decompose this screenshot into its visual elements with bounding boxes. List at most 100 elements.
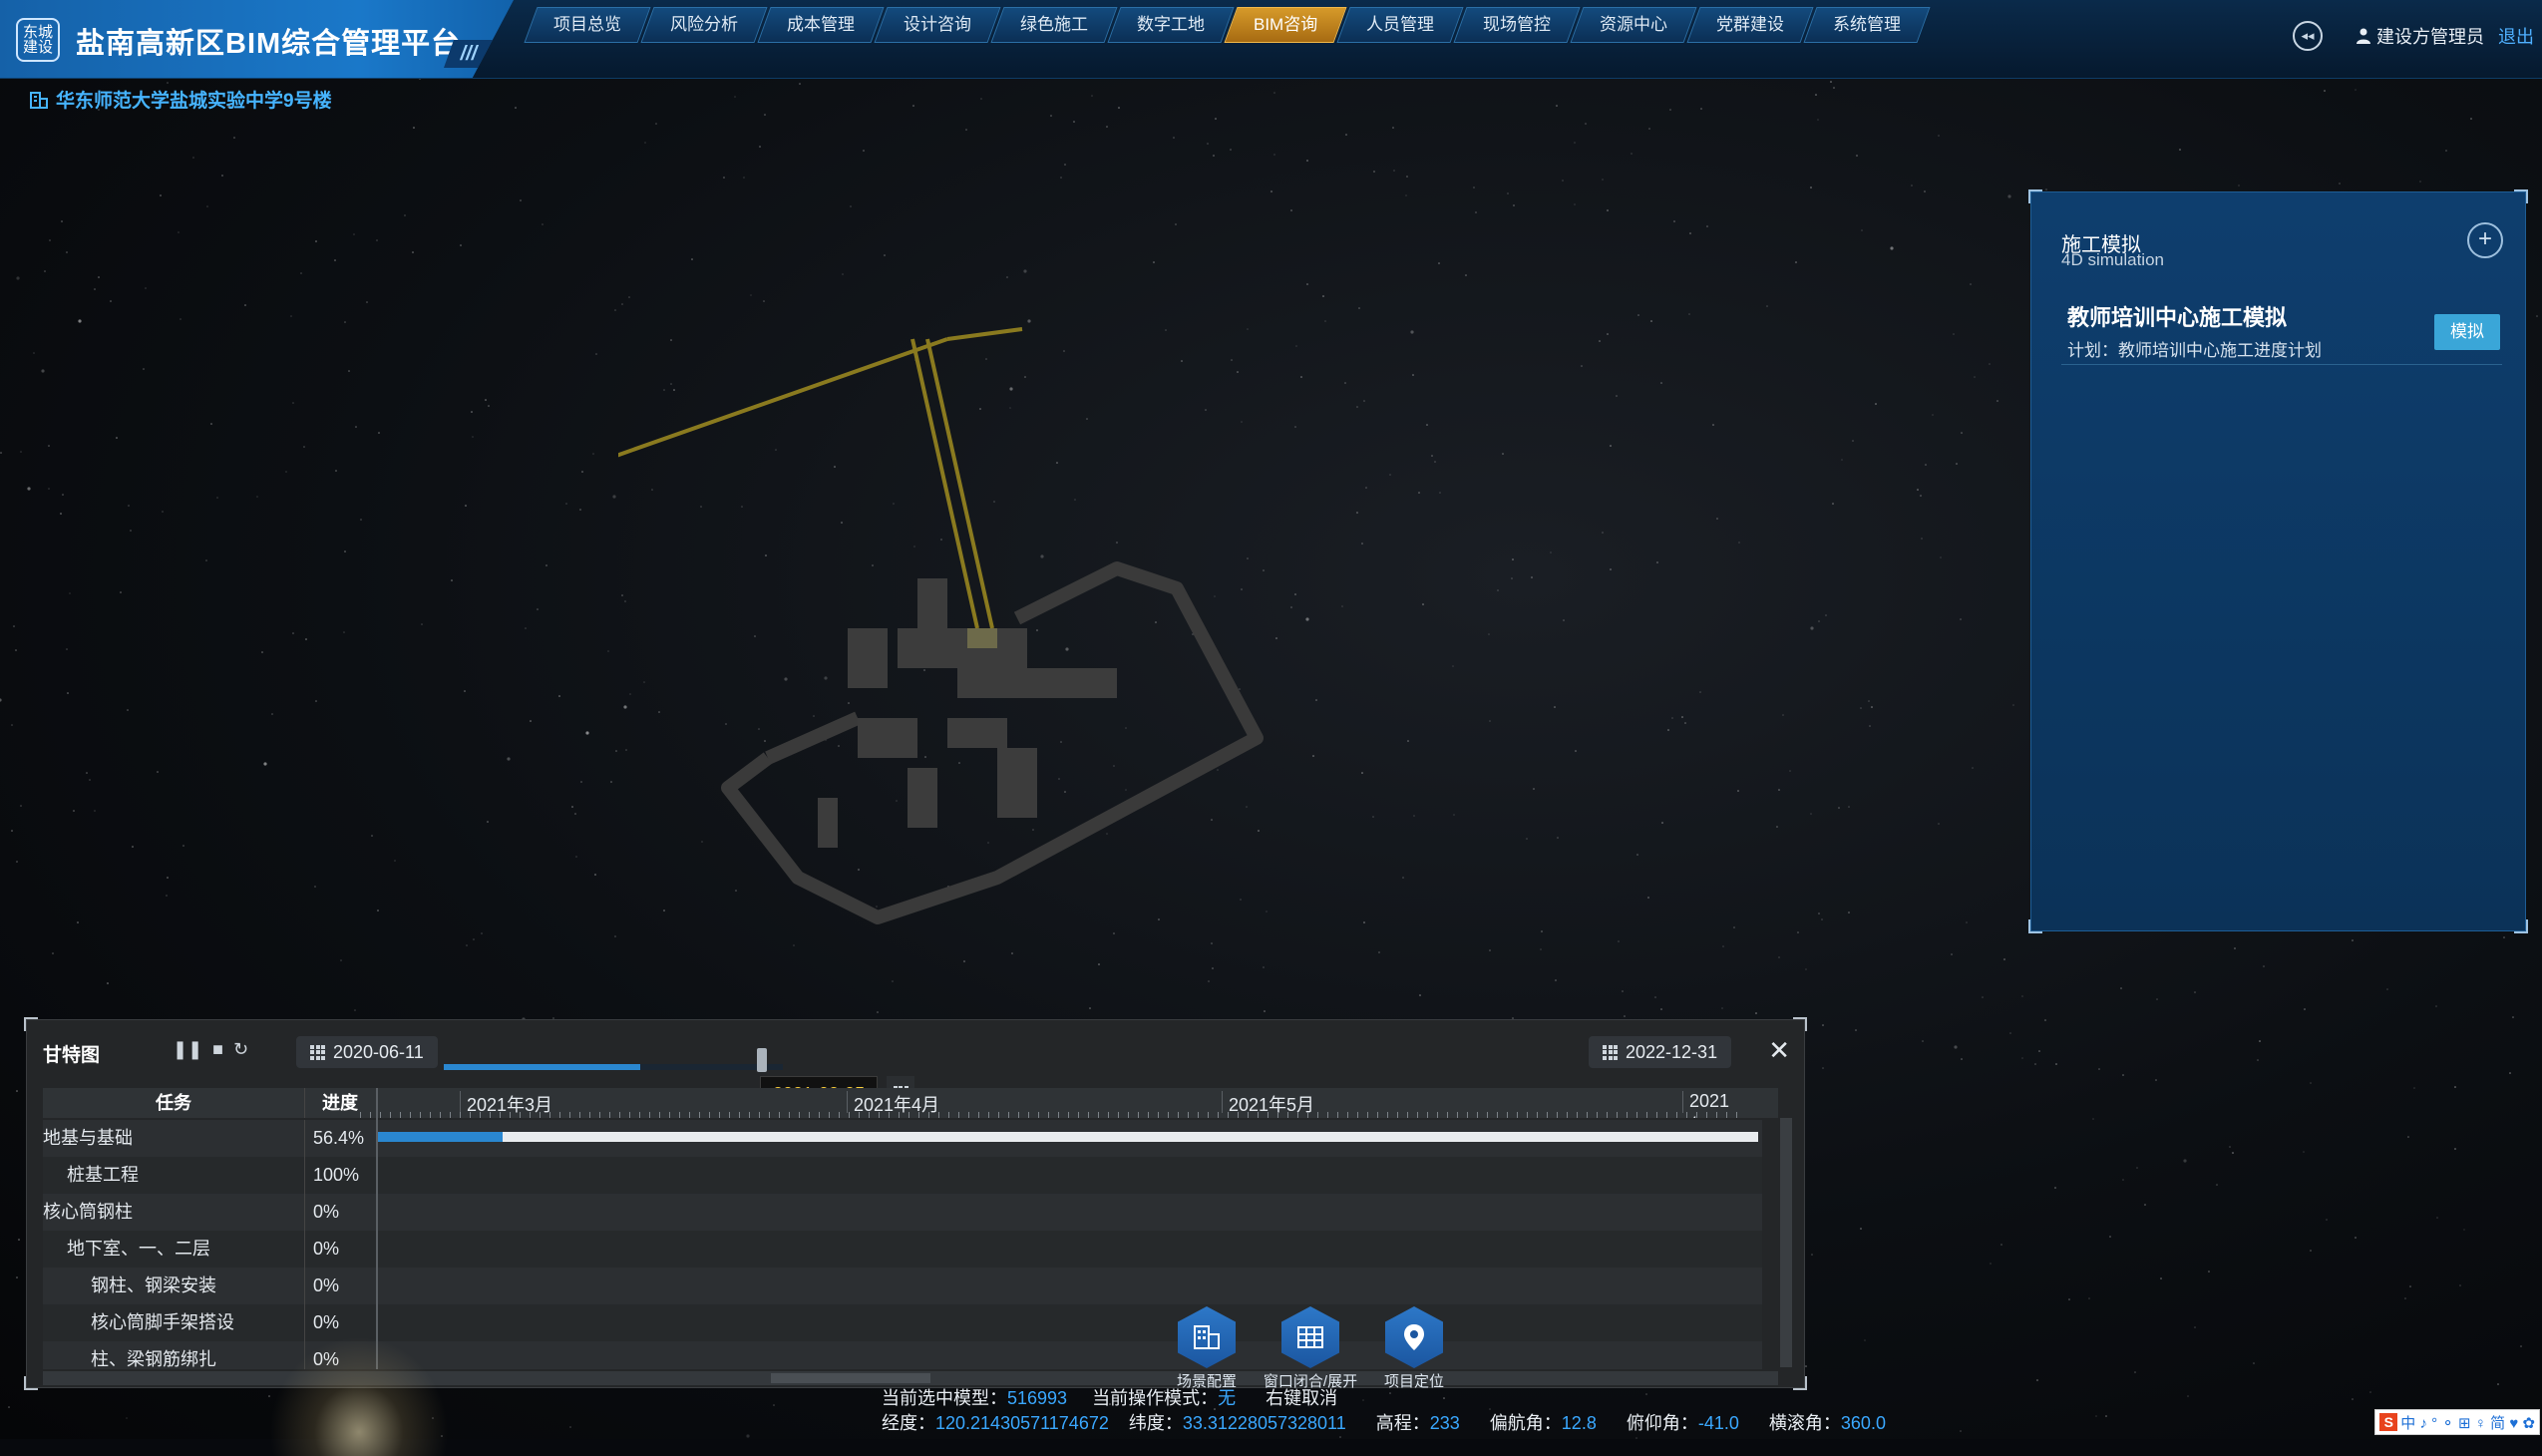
nav-tab[interactable]: 资源中心 <box>1570 7 1697 43</box>
nav-tab[interactable]: BIM咨询 <box>1224 7 1347 43</box>
nav-tab-label: 数字工地 <box>1137 15 1205 34</box>
platform-logo: 东城 建设 <box>16 18 60 62</box>
panel-corner <box>24 1376 38 1390</box>
nav-tab[interactable]: 数字工地 <box>1107 7 1235 43</box>
scene-toolbar: 场景配置 窗口闭合/展开项目定位 <box>1172 1306 1449 1391</box>
nav-tab-label: 人员管理 <box>1366 15 1435 34</box>
project-name-label: 华东师范大学盐城实验中学9号楼 <box>56 91 332 112</box>
gantt-row[interactable]: 地下室、一、二层 0% <box>43 1231 1762 1268</box>
toolbar-button[interactable]: 场景配置 <box>1172 1306 1242 1391</box>
timeline-ticks <box>360 1112 1746 1118</box>
simulation-subtitle: 4D simulation <box>2061 250 2164 269</box>
calendar-grid-icon <box>1603 1044 1618 1060</box>
gantt-task-progress: 0% <box>304 1268 374 1304</box>
ime-toolbar[interactable]: S 中 ♪ ° ⚬ ⊞ ♀ 简 ♥ ✿ <box>2374 1409 2540 1435</box>
simulation-panel: 施工模拟 4D simulation + 教师培训中心施工模拟 计划：教师培训中… <box>2028 189 2528 933</box>
toolbar-button[interactable]: 窗口闭合/展开 <box>1264 1306 1357 1391</box>
refresh-icon[interactable]: ↻ <box>233 1039 248 1060</box>
gantt-bar[interactable] <box>378 1132 1758 1142</box>
gantt-row[interactable]: 钢柱、钢梁安装 0% <box>43 1268 1762 1304</box>
nav-tab[interactable]: 风险分析 <box>640 7 768 43</box>
yaw-value: 12.8 <box>1561 1413 1597 1433</box>
rewind-icon[interactable]: ◂◂ <box>2293 21 2323 51</box>
end-date-picker[interactable]: 2022-12-31 <box>1589 1036 1732 1068</box>
toolbar-button[interactable]: 项目定位 <box>1379 1306 1449 1391</box>
selected-model-label: 当前选中模型： <box>882 1388 1007 1408</box>
latitude-value: 33.31228057328011 <box>1182 1413 1346 1433</box>
user-icon <box>2357 28 2370 44</box>
gantt-bar-progress <box>378 1132 503 1142</box>
panel-corner <box>1793 1017 1807 1031</box>
light-glow <box>269 1336 449 1456</box>
close-icon[interactable]: ✕ <box>1768 1035 1790 1066</box>
simulation-item[interactable]: 教师培训中心施工模拟 计划：教师培训中心施工进度计划 模拟 <box>2061 292 2502 365</box>
roll-value: 360.0 <box>1840 1413 1886 1433</box>
simulation-item-plan: 计划：教师培训中心施工进度计划 <box>2067 341 2322 360</box>
nav-tab[interactable]: 人员管理 <box>1336 7 1464 43</box>
column-header-task: 任务 <box>156 1093 191 1113</box>
table-grid-icon <box>1281 1306 1339 1368</box>
gantt-task-name: 核心筒钢柱 <box>43 1202 133 1222</box>
gantt-task-progress: 100% <box>304 1157 374 1194</box>
gantt-row[interactable]: 地基与基础 56.4% <box>43 1120 1762 1157</box>
location-pin-icon <box>1385 1306 1443 1368</box>
pause-icon[interactable]: ❚❚ <box>173 1039 202 1060</box>
altitude-label: 高程： <box>1375 1413 1430 1433</box>
nav-tab[interactable]: 项目总览 <box>524 7 651 43</box>
simulation-item-name: 教师培训中心施工模拟 <box>2067 305 2288 330</box>
building-icon <box>30 91 48 109</box>
stop-icon[interactable]: ■ <box>212 1039 223 1060</box>
ime-icons: 中 ♪ ° ⚬ ⊞ ♀ 简 ♥ ✿ <box>2400 1414 2535 1432</box>
month-label: 2021年3月 <box>460 1091 552 1115</box>
nav-tab[interactable]: 成本管理 <box>757 7 885 43</box>
header-user-area: ◂◂ 建设方管理员 退出 <box>2293 16 2542 56</box>
pitch-label: 俯仰角： <box>1626 1413 1698 1433</box>
status-line-model: 当前选中模型：516993 当前操作模式：无 右键取消 <box>882 1384 1337 1410</box>
timeline-slider[interactable] <box>444 1064 783 1070</box>
gantt-task-progress: 56.4% <box>304 1120 374 1157</box>
panel-corner <box>2028 919 2042 933</box>
simulate-button[interactable]: 模拟 <box>2434 314 2500 350</box>
top-navigation-bar: 东城 建设 盐南高新区BIM综合管理平台 /// 项目总览 风险分析 成本管理 设计咨… <box>0 0 2542 79</box>
scrollbar-thumb[interactable] <box>771 1373 930 1383</box>
nav-tab-label: 系统管理 <box>1833 15 1902 34</box>
gantt-row[interactable]: 桩基工程 100% <box>43 1157 1762 1194</box>
user-name: 建设方管理员 <box>2376 27 2484 47</box>
calendar-grid-icon <box>310 1044 325 1060</box>
nav-tab[interactable]: 党群建设 <box>1686 7 1814 43</box>
start-date: 2020-06-11 <box>333 1042 424 1062</box>
logo-text: 东城 建设 <box>22 24 53 56</box>
gantt-row[interactable]: 核心筒钢柱 0% <box>43 1194 1762 1231</box>
roll-label: 横滚角： <box>1768 1413 1841 1433</box>
timeline-slider-fill <box>444 1064 641 1070</box>
nav-tab[interactable]: 绿色施工 <box>990 7 1118 43</box>
altitude-value: 233 <box>1429 1413 1460 1433</box>
end-date: 2022-12-31 <box>1626 1042 1718 1062</box>
nav-tab-label: BIM咨询 <box>1254 15 1318 34</box>
timeline-slider-handle[interactable] <box>757 1048 767 1072</box>
user-menu[interactable]: 建设方管理员 <box>2357 23 2484 49</box>
nav-tab-label: 成本管理 <box>787 15 855 34</box>
logout-link[interactable]: 退出 <box>2498 23 2534 49</box>
mode-label: 当前操作模式： <box>1092 1388 1219 1408</box>
gantt-task-name: 桩基工程 <box>67 1165 139 1185</box>
latitude-label: 纬度： <box>1128 1413 1183 1433</box>
status-line-coordinates: 经度：120.21430571174672 纬度：33.312280573280… <box>882 1409 1886 1435</box>
nav-tab[interactable]: 系统管理 <box>1803 7 1931 43</box>
nav-tab-label: 设计咨询 <box>904 15 971 34</box>
gantt-chart-panel: 甘特图 ❚❚ ■ ↻ 2020-06-11 2021-02-25 2022-12… <box>24 1017 1807 1390</box>
toolbar-button-label: 项目定位 <box>1383 1373 1444 1390</box>
nav-tab-label: 项目总览 <box>553 15 621 34</box>
gantt-rows: 地基与基础 56.4% 桩基工程 100% 核心筒钢柱 0% 地下室、一、二层 0% 钢柱、钢梁… <box>43 1120 1778 1369</box>
nav-tab[interactable]: 设计咨询 <box>874 7 1001 43</box>
brand-area: 东城 建设 盐南高新区BIM综合管理平台 /// <box>0 0 514 78</box>
add-simulation-button[interactable]: + <box>2467 222 2503 258</box>
vertical-scrollbar[interactable] <box>1780 1118 1792 1367</box>
nav-tab-label: 风险分析 <box>670 15 738 34</box>
start-date-picker[interactable]: 2020-06-11 <box>296 1036 438 1068</box>
bim-3d-model[interactable] <box>618 299 1416 977</box>
month-label: 2021年5月 <box>1222 1091 1314 1115</box>
nav-tab[interactable]: 现场管控 <box>1453 7 1581 43</box>
longitude-label: 经度： <box>882 1413 935 1433</box>
current-project[interactable]: 华东师范大学盐城实验中学9号楼 <box>30 86 332 113</box>
